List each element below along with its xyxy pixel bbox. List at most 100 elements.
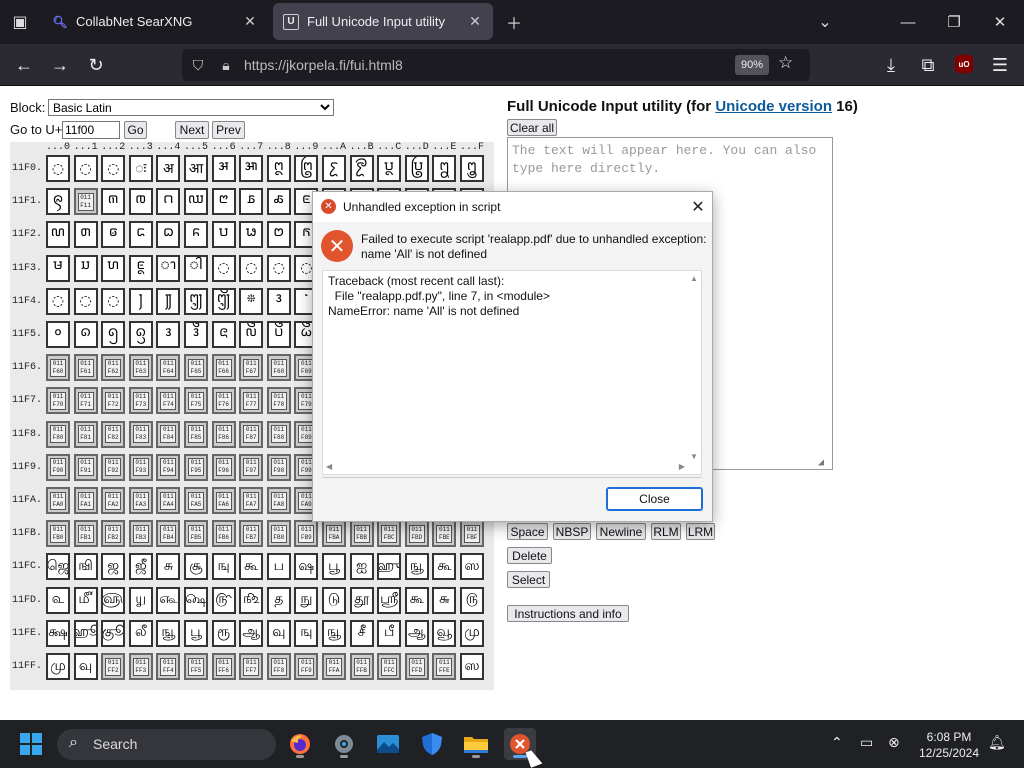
rlm-button[interactable]: RLM [651,523,681,540]
character-cell[interactable]: டு [322,586,346,614]
character-cell[interactable]: 𑼗 [239,188,264,216]
lrm-button[interactable]: LRM [686,523,715,540]
character-cell[interactable]: பூ [184,619,208,647]
character-cell[interactable]: 011 FB1 [73,520,98,548]
character-cell[interactable]: நு [294,586,319,614]
character-cell[interactable]: ◌ [239,254,264,282]
firefox-icon[interactable] [284,728,316,760]
character-cell[interactable]: 𑼴 [156,254,181,282]
character-cell[interactable]: 011 FA6 [211,487,236,514]
character-cell[interactable]: வூ [432,619,457,647]
character-cell[interactable]: ரூ [211,619,236,647]
zoom-level-badge[interactable]: 90% [735,55,769,75]
bookmark-star-icon[interactable]: ☆ [778,53,793,73]
character-cell[interactable]: 011 FFA [322,653,346,680]
downloads-icon[interactable]: ⤓ [877,51,905,79]
select-button[interactable]: Select [507,571,550,588]
character-cell[interactable]: आ [184,155,208,182]
unicode-version-link[interactable]: Unicode version [715,98,832,115]
character-cell[interactable]: 011 F91 [73,453,98,481]
character-cell[interactable]: 011 F86 [211,420,236,448]
character-cell[interactable]: ஆ [404,619,429,647]
character-cell[interactable]: 𑽖 [211,321,236,348]
scroll-up-icon[interactable]: ▲ [690,274,698,283]
character-cell[interactable]: 011 F77 [239,387,264,415]
character-cell[interactable]: 011 F68 [266,354,291,382]
tab-overview-icon[interactable]: ▣ [6,8,34,36]
character-cell[interactable]: ◌ [266,254,291,282]
character-cell[interactable]: 011 FBA [322,520,346,548]
url-text[interactable]: https://jkorpela.fi/fui.html8 [244,57,403,73]
character-cell[interactable]: க்ஷ [46,619,70,647]
close-tab-icon[interactable]: ✕ [467,13,483,30]
character-cell[interactable]: 011 F92 [101,453,126,481]
character-cell[interactable]: 011 F60 [46,354,70,382]
character-cell[interactable]: ௴ [73,586,98,614]
instructions-button[interactable]: Instructions and info [507,605,629,622]
settings-gear-icon[interactable] [328,728,360,760]
defender-shield-icon[interactable] [416,728,448,760]
character-cell[interactable]: கூ [404,586,429,614]
character-cell[interactable]: ஹு [377,553,402,581]
character-cell[interactable]: ஸ [460,653,484,680]
tab-unicode-utility[interactable]: U Full Unicode Input utility ✕ [273,3,493,40]
character-cell[interactable]: 𑼌 [432,155,457,182]
character-cell[interactable]: ◌ [101,287,126,315]
character-cell[interactable]: ஜீ [128,553,153,581]
character-cell[interactable]: ௺ [239,586,264,614]
character-cell[interactable]: 011 F63 [128,354,153,382]
character-cell[interactable]: 011 F74 [156,387,181,415]
character-cell[interactable]: ௷ [156,586,181,614]
menu-hamburger-icon[interactable]: ☰ [986,51,1014,79]
character-cell[interactable]: ௶ [128,586,153,614]
character-cell[interactable]: 𑼕 [184,188,208,216]
character-cell[interactable]: 011 F93 [128,453,153,481]
character-cell[interactable]: ◌ [73,287,98,315]
character-cell[interactable]: 011 FBF [460,520,484,548]
close-tab-icon[interactable]: ✕ [242,13,258,30]
character-cell[interactable]: 011 F95 [184,453,208,481]
character-cell[interactable]: கூ [432,553,457,581]
character-cell[interactable]: 𑼳 [128,254,153,282]
character-cell[interactable]: 011 FB2 [101,520,126,548]
character-cell[interactable]: 011 F85 [184,420,208,448]
windows-start-icon[interactable] [20,733,42,755]
character-cell[interactable]: ௹ [211,586,236,614]
character-cell[interactable]: 011 F67 [239,354,264,382]
character-cell[interactable]: ௫ [460,586,484,614]
character-cell[interactable]: ஙூ [156,619,181,647]
photos-icon[interactable] [372,728,404,760]
character-cell[interactable]: ◌ [101,155,126,182]
character-cell[interactable]: 011 F62 [101,354,126,382]
character-cell[interactable]: 𑼠 [46,221,70,249]
character-cell[interactable]: தூ [349,586,374,614]
character-cell[interactable]: 011 FF9 [294,653,319,680]
character-cell[interactable]: 011 F61 [73,354,98,382]
resize-grip-icon[interactable]: ◢ [818,455,830,469]
character-cell[interactable]: 𑼋 [404,155,429,182]
character-cell[interactable]: 011 FBB [349,520,374,548]
scroll-right-icon[interactable]: ▶ [679,462,685,471]
character-cell[interactable]: 011 FBC [377,520,402,548]
dialog-close-icon[interactable]: ✕ [687,196,709,218]
block-select[interactable]: Basic Latin [48,99,334,116]
character-cell[interactable]: 011 F75 [184,387,208,415]
character-cell[interactable]: 011 F88 [266,420,291,448]
character-cell[interactable]: 𑼎 [46,188,70,216]
character-cell[interactable]: 011 FA8 [266,487,291,514]
character-cell[interactable]: 𑼣 [128,221,153,249]
character-cell[interactable]: 011 FFC [377,653,402,680]
character-cell[interactable]: 011 FFB [349,653,374,680]
extensions-icon[interactable]: ⧉ [914,51,942,79]
character-cell[interactable]: 011 FF4 [156,653,181,680]
file-explorer-icon[interactable] [460,728,492,760]
character-cell[interactable]: 011 FF8 [266,653,291,680]
back-arrow-icon[interactable]: ← [10,51,38,79]
dialog-titlebar[interactable]: ✕ Unhandled exception in script ✕ [313,192,712,222]
character-cell[interactable]: 𑼔 [156,188,181,216]
forward-arrow-icon[interactable]: → [46,51,74,79]
prev-button[interactable]: Prev [212,121,245,139]
character-cell[interactable]: 𑼤 [156,221,181,249]
character-cell[interactable]: 011 FFD [404,653,429,680]
character-cell[interactable]: 𑼰 [46,254,70,282]
